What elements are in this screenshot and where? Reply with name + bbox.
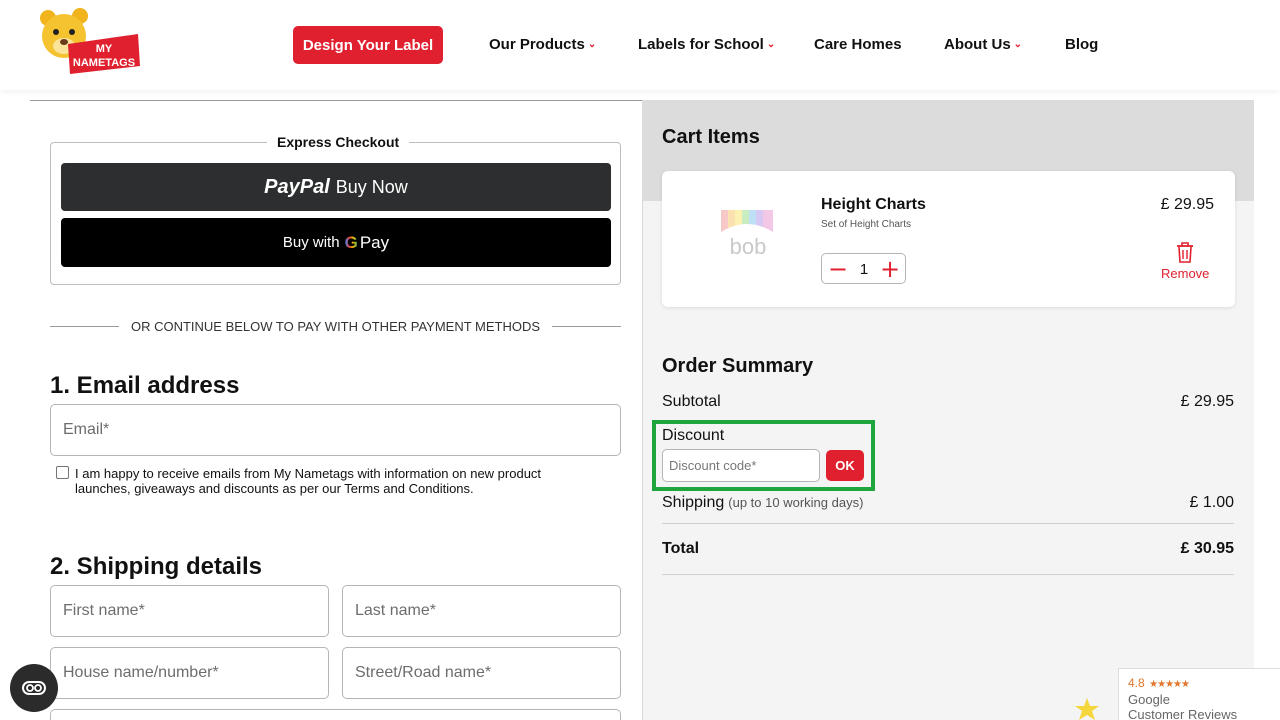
nav-label: Care Homes bbox=[814, 36, 902, 53]
nav-labels-for-school[interactable]: Labels for School ⌄ bbox=[638, 36, 775, 53]
cart-item-subtitle: Set of Height Charts bbox=[821, 219, 912, 230]
nav-label: Our Products bbox=[489, 36, 585, 53]
google-reviews-badge[interactable]: 4.8 ★★★★★ Google Customer Reviews bbox=[1118, 668, 1280, 720]
nav-about-us[interactable]: About Us ⌄ bbox=[944, 36, 1022, 53]
quantity-stepper: − 1 + bbox=[821, 253, 906, 284]
chevron-down-icon: ⌄ bbox=[766, 39, 776, 50]
divider-line bbox=[50, 325, 119, 327]
trash-icon[interactable] bbox=[1174, 240, 1196, 264]
design-your-label-button[interactable]: Design Your Label bbox=[293, 26, 443, 64]
street-name-field[interactable] bbox=[342, 647, 621, 699]
nav-our-products[interactable]: Our Products ⌄ bbox=[489, 36, 596, 53]
marketing-consent-checkbox[interactable] bbox=[56, 466, 69, 479]
google-label: Google bbox=[1128, 692, 1170, 707]
subtotal-value: £ 29.95 bbox=[1180, 393, 1234, 410]
site-header: MY NAMETAGS Design Your Label Our Produc… bbox=[0, 0, 1280, 90]
svg-text:bob: bob bbox=[730, 234, 767, 258]
house-number-field[interactable] bbox=[50, 647, 329, 699]
email-field[interactable] bbox=[50, 404, 621, 456]
divider bbox=[662, 523, 1234, 524]
gpay-prefix: Buy with bbox=[282, 234, 340, 251]
nav-blog[interactable]: Blog bbox=[1065, 36, 1098, 53]
divider bbox=[662, 574, 1234, 575]
chevron-down-icon: ⌄ bbox=[1013, 39, 1023, 50]
paypal-button-label: Buy Now bbox=[335, 176, 408, 197]
total-value: £ 30.95 bbox=[1180, 540, 1234, 557]
gpay-suffix: Pay bbox=[359, 232, 390, 252]
my-nametags-logo[interactable]: MY NAMETAGS bbox=[34, 8, 142, 76]
shipping-label: Shipping bbox=[662, 494, 725, 511]
last-name-field[interactable] bbox=[342, 585, 621, 637]
nav-care-homes[interactable]: Care Homes bbox=[814, 36, 902, 53]
total-label: Total bbox=[662, 540, 700, 557]
star-decoration-icon bbox=[1075, 698, 1099, 720]
first-name-field[interactable] bbox=[50, 585, 329, 637]
shipping-note: (up to 10 working days) bbox=[728, 495, 864, 510]
email-section-title: 1. Email address bbox=[50, 372, 240, 399]
paypal-logo: PayPal bbox=[264, 175, 330, 198]
google-g-icon: G bbox=[344, 232, 358, 252]
quantity-value[interactable]: 1 bbox=[854, 261, 874, 278]
discount-code-input[interactable] bbox=[662, 449, 820, 482]
cart-items-title: Cart Items bbox=[662, 126, 760, 148]
customer-reviews-label: Customer Reviews bbox=[1128, 707, 1238, 720]
increase-quantity-button[interactable]: + bbox=[878, 256, 902, 282]
rating-stars-icon: ★★★★★ bbox=[1149, 679, 1190, 690]
product-thumbnail: bob bbox=[721, 206, 773, 259]
accessibility-icon[interactable] bbox=[10, 664, 58, 712]
divider-text: OR CONTINUE BELOW TO PAY WITH OTHER PAYM… bbox=[130, 318, 541, 334]
paypal-buy-now-button[interactable]: PayPal Buy Now bbox=[61, 163, 611, 211]
shipping-row: Shipping (up to 10 working days) bbox=[662, 494, 863, 512]
divider bbox=[30, 100, 642, 101]
marketing-consent-label: I am happy to receive emails from My Nam… bbox=[75, 466, 542, 496]
shipping-value: £ 1.00 bbox=[1189, 494, 1234, 511]
google-rating-row: 4.8 ★★★★★ bbox=[1128, 674, 1280, 692]
shipping-section-title: 2. Shipping details bbox=[50, 553, 263, 580]
remove-item-link[interactable]: Remove bbox=[1161, 266, 1209, 281]
nav-label: Blog bbox=[1065, 36, 1099, 53]
svg-text:NAMETAGS: NAMETAGS bbox=[73, 57, 135, 69]
subtotal-label: Subtotal bbox=[662, 393, 721, 410]
next-address-field[interactable] bbox=[50, 709, 621, 720]
discount-label: Discount bbox=[662, 427, 725, 444]
divider-line bbox=[552, 325, 621, 327]
svg-text:MY: MY bbox=[96, 43, 113, 55]
order-summary-title: Order Summary bbox=[662, 355, 814, 377]
cart-item-price: £ 29.95 bbox=[1160, 196, 1214, 213]
nav-label: About Us bbox=[944, 36, 1011, 53]
google-rating-value: 4.8 bbox=[1128, 676, 1145, 690]
cart-item-name[interactable]: Height Charts bbox=[821, 196, 926, 214]
express-checkout-title: Express Checkout bbox=[267, 134, 410, 150]
decrease-quantity-button[interactable]: − bbox=[826, 256, 850, 282]
nav-label: Labels for School bbox=[638, 36, 764, 53]
payment-methods-divider: OR CONTINUE BELOW TO PAY WITH OTHER PAYM… bbox=[50, 318, 621, 334]
apply-discount-button[interactable]: OK bbox=[826, 450, 864, 481]
google-pay-button[interactable]: Buy with G Pay bbox=[61, 218, 611, 267]
chevron-down-icon: ⌄ bbox=[587, 39, 597, 50]
